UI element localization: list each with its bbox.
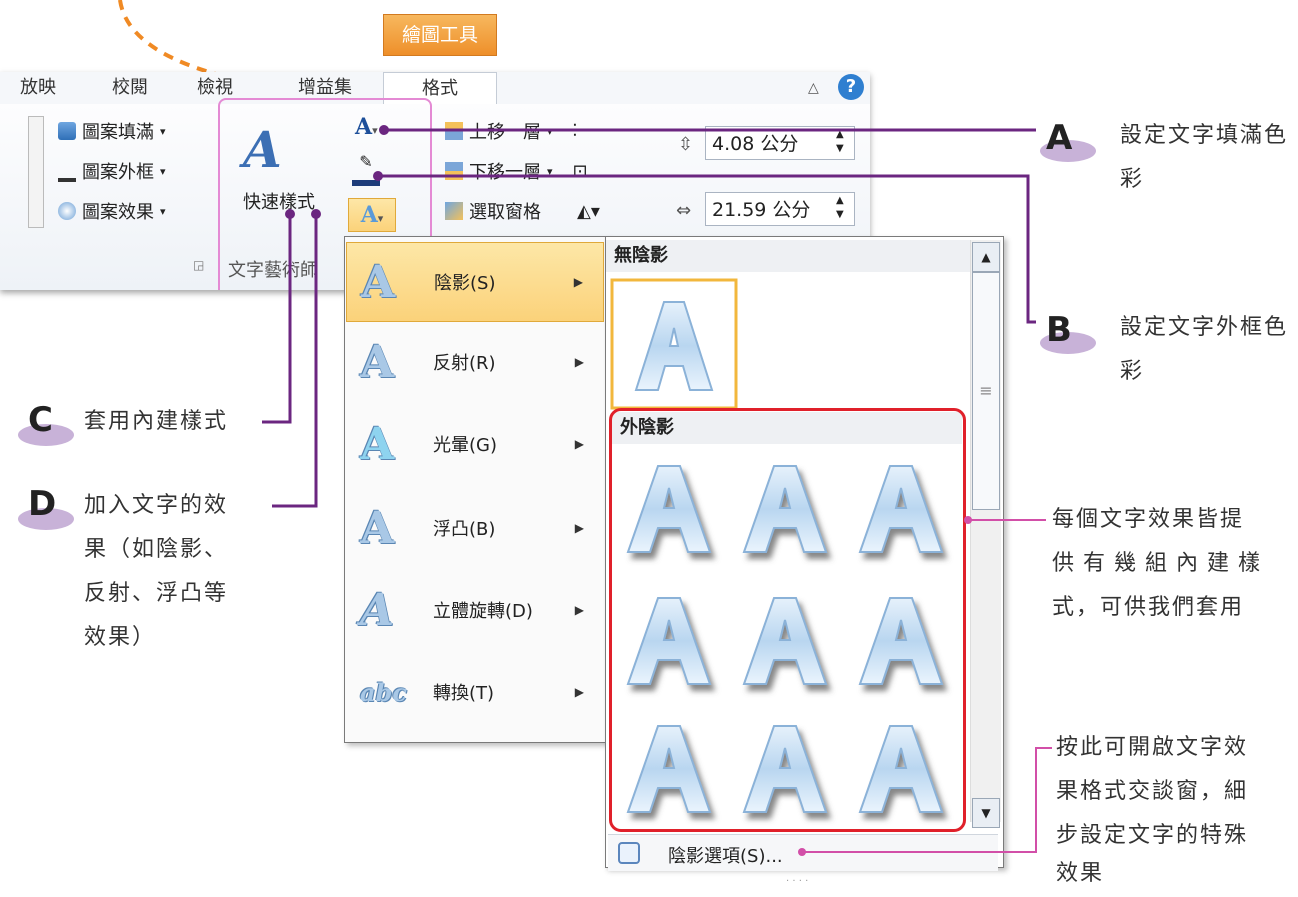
chevron-down-icon: ▾: [547, 164, 553, 178]
rotate-icon[interactable]: ◭▾: [577, 201, 600, 222]
chevron-down-icon: ▾: [160, 164, 166, 178]
rotation-preview-icon: A: [360, 584, 395, 636]
menu-item-label: 光暈(G): [433, 435, 497, 456]
tab-slideshow[interactable]: 放映: [8, 72, 68, 104]
chevron-down-icon: ▾: [547, 124, 553, 138]
group-icon[interactable]: ⊡: [573, 161, 588, 182]
width-input[interactable]: 21.59 公分: [705, 192, 855, 226]
align-icon[interactable]: ⫶: [573, 121, 578, 142]
quick-style-icon: A: [243, 120, 282, 179]
shape-effect-icon: [58, 202, 76, 220]
glow-preview-icon: A: [360, 418, 395, 470]
drawing-tools-header: 繪圖工具: [383, 14, 497, 56]
annotation-dialog-line4: 效果: [1056, 861, 1105, 886]
tab-review[interactable]: 校閱: [95, 72, 165, 104]
shape-fill-label: 圖案填滿: [82, 122, 154, 143]
height-spinner[interactable]: ▲ ▼: [836, 128, 844, 156]
chevron-down-icon: ▾: [160, 124, 166, 138]
menu-item-glow[interactable]: A 光暈(G) ▶: [346, 404, 604, 484]
menu-item-label: 浮凸(B): [433, 519, 496, 540]
transform-preview-icon: abc: [360, 677, 407, 707]
reflection-preview-icon: A: [360, 336, 395, 388]
gallery-scroll-stub[interactable]: [28, 116, 44, 228]
scroll-down-button[interactable]: ▼: [972, 798, 1000, 828]
chevron-down-icon: ▾: [160, 204, 166, 218]
submenu-arrow-icon: ▶: [574, 521, 584, 535]
text-outline-button[interactable]: ✎: [352, 152, 380, 186]
annotation-d-line3: 反射、浮凸等: [84, 581, 229, 606]
shape-styles-launcher-icon[interactable]: ◲: [193, 258, 204, 272]
height-icon: ⇳: [678, 134, 694, 155]
scroll-up-button[interactable]: ▲: [972, 242, 1000, 272]
annotation-a-text: 設定文字填滿色彩: [1120, 123, 1289, 192]
width-icon: ⇔: [676, 200, 692, 221]
quick-style-button[interactable]: 快速樣式: [243, 188, 315, 214]
width-spinner[interactable]: ▲ ▼: [836, 194, 844, 222]
shape-effect-button[interactable]: 圖案效果 ▾: [58, 198, 166, 224]
resize-grip-icon[interactable]: · · · ·: [786, 876, 808, 887]
badge-d: D: [28, 484, 57, 524]
shadow-preview-icon: A: [361, 256, 396, 308]
menu-item-label: 反射(R): [433, 353, 496, 374]
selection-pane-icon: [445, 202, 463, 220]
outer-shadow-highlight-frame: [609, 408, 966, 832]
shape-outline-label: 圖案外框: [82, 162, 154, 183]
annotation-dialog-line1: 按此可開啟文字效: [1056, 735, 1249, 760]
menu-item-reflection[interactable]: A 反射(R) ▶: [346, 322, 604, 402]
submenu-arrow-icon: ▶: [574, 603, 584, 617]
help-icon[interactable]: ?: [838, 74, 864, 100]
bring-forward-button[interactable]: 上移一層 ▾ ⫶: [445, 118, 577, 144]
layer-up-icon: [445, 122, 463, 140]
annotation-presets-line1: 每個文字效果皆提: [1052, 507, 1245, 532]
shape-effect-label: 圖案效果: [82, 202, 154, 223]
menu-item-shadow[interactable]: A 陰影(S) ▶: [346, 242, 604, 322]
submenu-arrow-icon: ▶: [574, 685, 584, 699]
shape-outline-button[interactable]: 圖案外框 ▾: [58, 158, 166, 184]
bring-forward-label: 上移一層: [469, 122, 541, 143]
send-backward-label: 下移一層: [469, 162, 541, 183]
selection-pane-button[interactable]: 選取窗格 ◭▾: [445, 198, 600, 224]
text-fill-button[interactable]: A▾: [355, 114, 378, 140]
badge-b: B: [1046, 310, 1072, 350]
shape-fill-button[interactable]: 圖案填滿 ▾: [58, 118, 166, 144]
menu-item-bevel[interactable]: A 浮凸(B) ▶: [346, 488, 604, 568]
annotation-presets-line3: 式，可供我們套用: [1052, 595, 1245, 620]
shadow-options-icon: [618, 842, 640, 864]
menu-item-transform[interactable]: abc 轉換(T) ▶: [346, 652, 604, 732]
scroll-thumb[interactable]: ≡: [972, 272, 1000, 510]
shadow-options-label[interactable]: 陰影選項(S)...: [668, 842, 783, 868]
menu-item-3d-rotation[interactable]: A 立體旋轉(D) ▶: [346, 570, 604, 650]
annotation-d-line2: 果（如陰影、: [84, 537, 229, 562]
pencil-icon: [58, 160, 76, 182]
annotation-dialog-line2: 果格式交談窗，細: [1056, 779, 1249, 804]
annotation-presets-line2: 供有幾組內建樣: [1052, 551, 1270, 576]
bevel-preview-icon: A: [360, 502, 395, 554]
send-backward-button[interactable]: 下移一層 ▾ ⊡: [445, 158, 588, 184]
submenu-arrow-icon: ▶: [573, 275, 583, 289]
menu-item-label: 陰影(S): [434, 273, 496, 294]
no-shadow-header: 無陰影: [606, 240, 970, 272]
height-input[interactable]: 4.08 公分: [705, 126, 855, 160]
wordart-group-label: 文字藝術師: [228, 260, 318, 281]
shadow-options-item[interactable]: [608, 834, 998, 871]
annotation-b-text: 設定文字外框色彩: [1120, 315, 1289, 384]
menu-item-label: 立體旋轉(D): [433, 601, 533, 622]
submenu-arrow-icon: ▶: [574, 355, 584, 369]
minimize-ribbon-icon[interactable]: △: [808, 80, 819, 96]
text-effects-button[interactable]: A▾: [348, 198, 396, 232]
layer-down-icon: [445, 162, 463, 180]
selection-pane-label: 選取窗格: [469, 202, 541, 223]
paint-bucket-icon: [58, 122, 76, 140]
badge-a: A: [1046, 118, 1073, 158]
annotation-d-line1: 加入文字的效: [84, 493, 229, 518]
badge-c: C: [28, 400, 53, 440]
annotation-d-line4: 效果）: [84, 625, 157, 650]
annotation-c-text: 套用內建樣式: [84, 409, 229, 434]
menu-item-label: 轉換(T): [433, 683, 495, 704]
submenu-arrow-icon: ▶: [574, 437, 584, 451]
